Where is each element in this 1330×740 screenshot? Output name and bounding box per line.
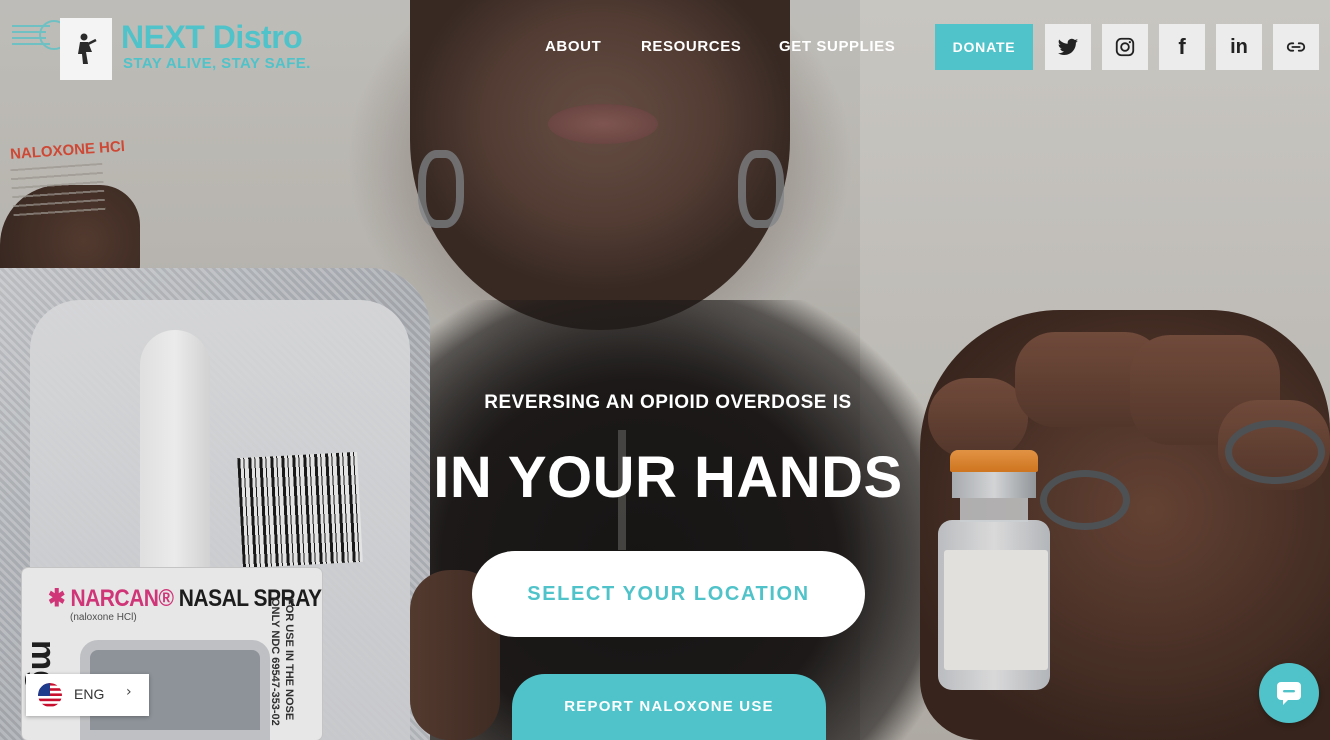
logo-figure-icon [78,33,97,64]
logo-tagline: STAY ALIVE, STAY SAFE. [123,55,311,72]
logo-name: NEXT Distro [121,19,303,55]
site-logo[interactable]: NEXT Distro STAY ALIVE, STAY SAFE. [10,12,350,82]
linkedin-icon: in [1230,35,1248,58]
chat-bubble-icon [1277,682,1301,705]
chevron-right-icon: › [126,684,132,700]
nav-get-supplies[interactable]: GET SUPPLIES [779,38,895,55]
instagram-button[interactable] [1102,24,1148,70]
us-flag-icon [38,683,62,707]
report-naloxone-button[interactable]: REPORT NALOXONE USE [512,674,826,740]
twitter-icon [1057,38,1079,55]
link-button[interactable] [1273,24,1319,70]
nav-about[interactable]: ABOUT [545,38,601,55]
select-location-button[interactable]: SELECT YOUR LOCATION [472,551,865,637]
chat-button[interactable] [1259,663,1319,723]
nav-resources[interactable]: RESOURCES [641,38,741,55]
language-selector[interactable]: ENG › [26,674,149,716]
hero-eyebrow: REVERSING AN OPIOID OVERDOSE IS [484,392,852,413]
link-icon [1286,42,1306,52]
facebook-button[interactable]: f [1159,24,1205,70]
twitter-button[interactable] [1045,24,1091,70]
language-code: ENG [74,686,105,702]
linkedin-button[interactable]: in [1216,24,1262,70]
instagram-icon [1115,37,1135,57]
donate-button[interactable]: DONATE [935,24,1033,70]
facebook-icon: f [1178,34,1186,59]
hero-headline: IN YOUR HANDS [433,445,903,510]
